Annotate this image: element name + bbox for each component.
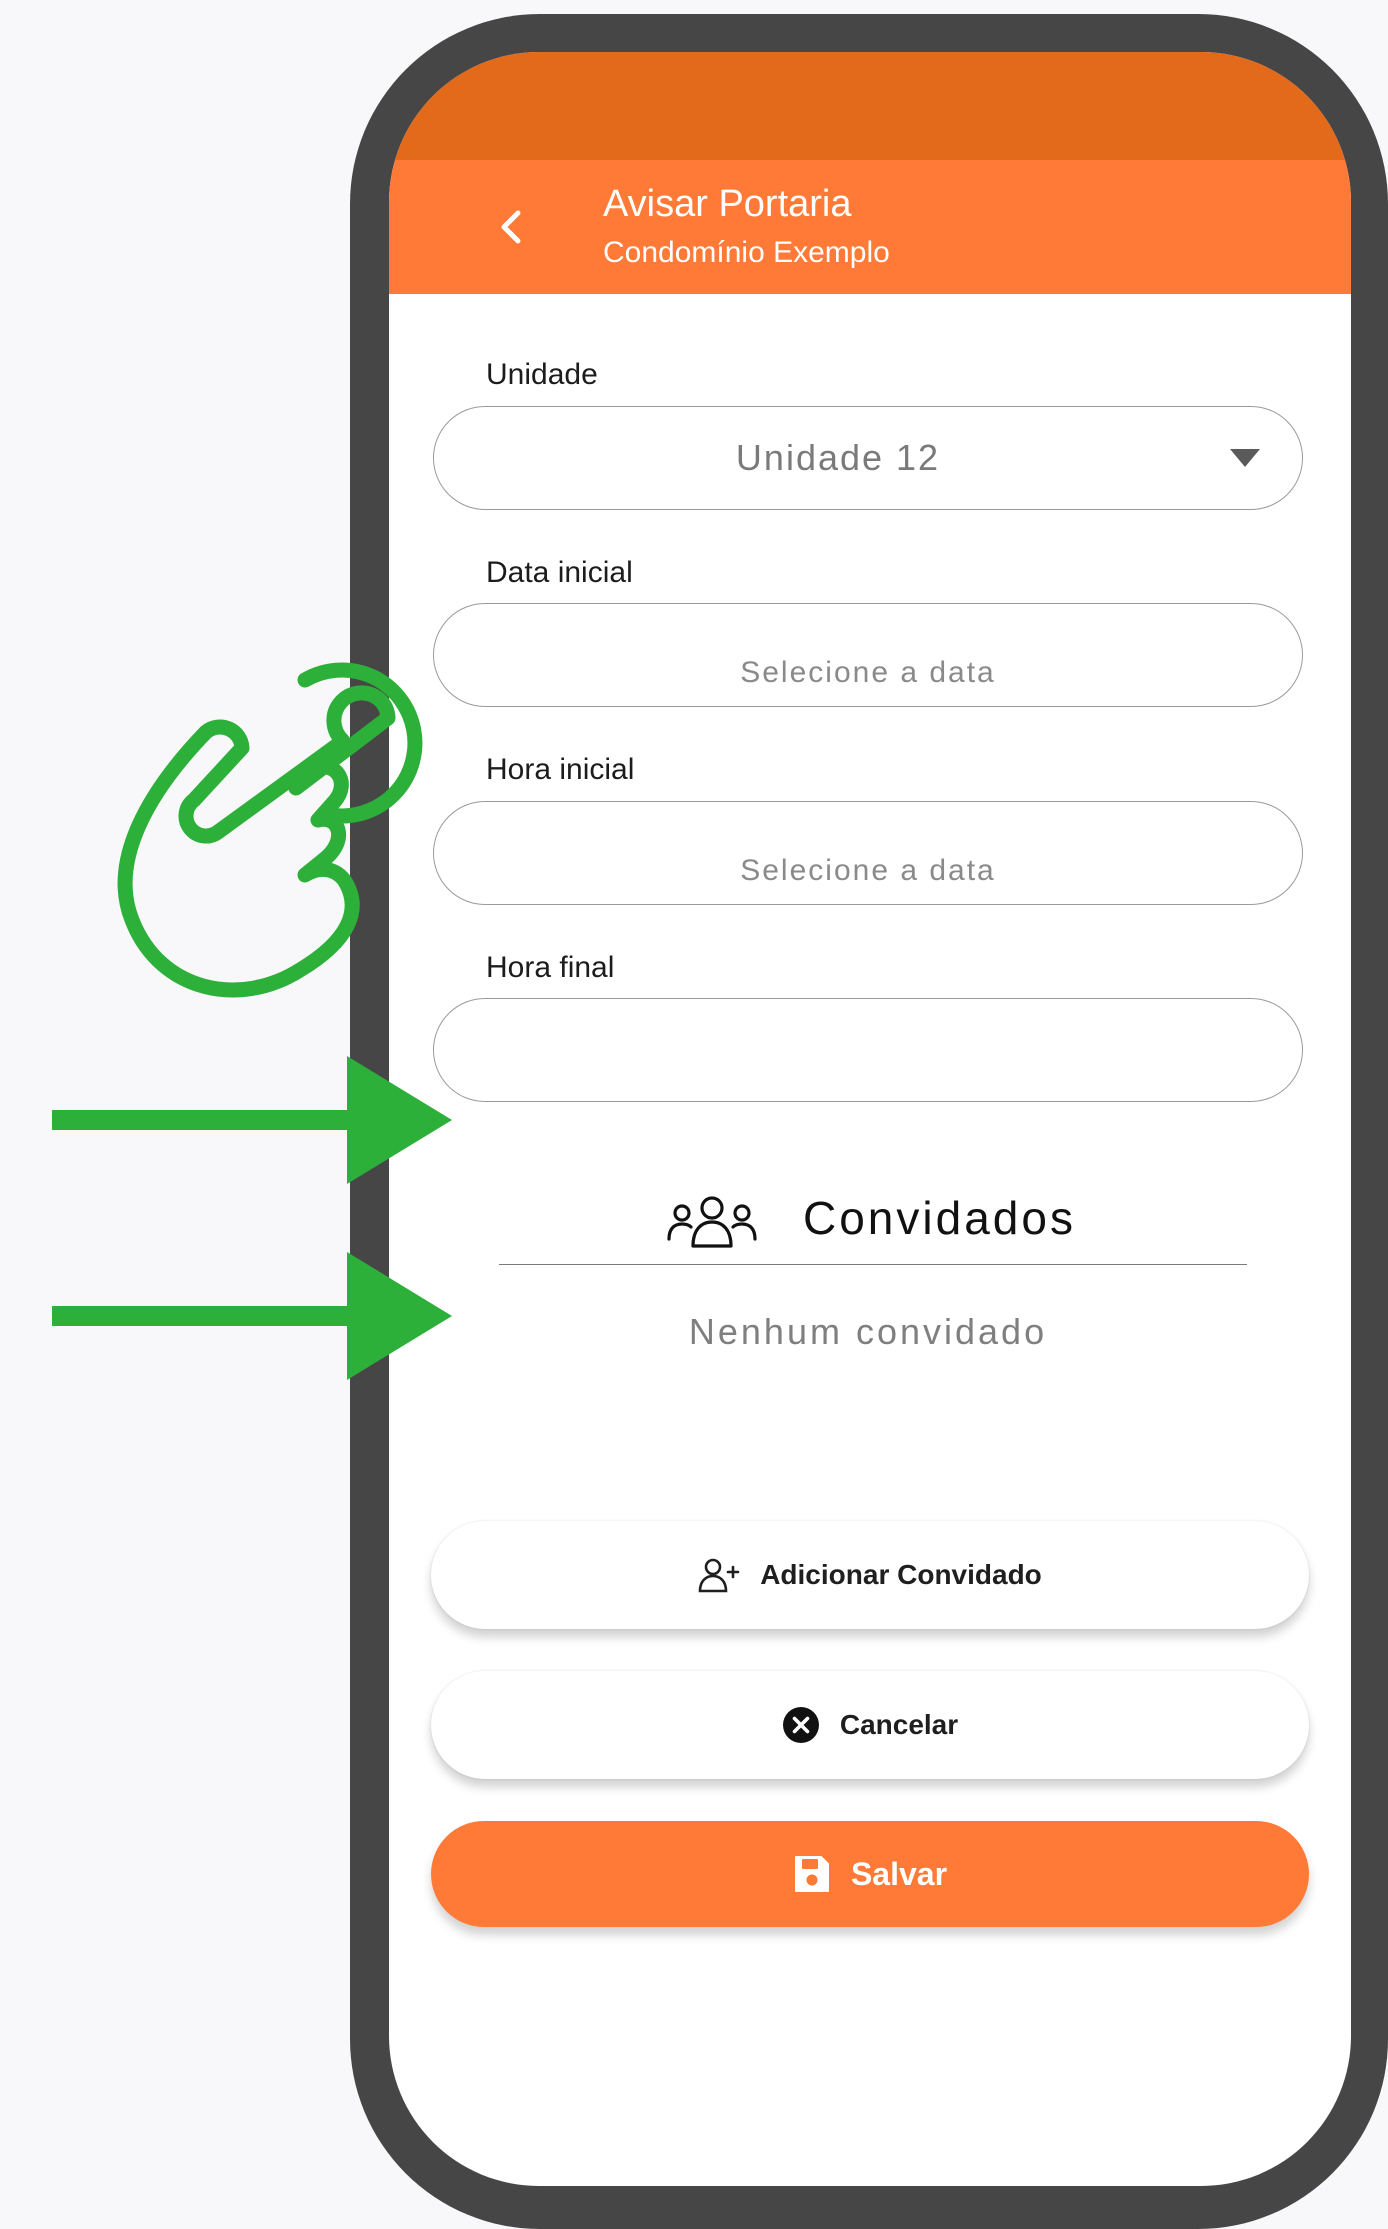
floppy-disk-icon bbox=[793, 1854, 831, 1894]
app-bar: Avisar Portaria Condomínio Exemplo bbox=[389, 160, 1351, 294]
start-time-field[interactable]: Selecione a data bbox=[433, 801, 1303, 905]
unit-select-value: Unidade 12 bbox=[735, 437, 941, 478]
add-guest-button[interactable]: Adicionar Convidado bbox=[431, 1521, 1309, 1629]
start-date-placeholder: Selecione a data bbox=[740, 656, 996, 689]
group-icon bbox=[667, 1196, 757, 1248]
page-subtitle: Condomínio Exemplo bbox=[603, 236, 890, 269]
start-date-label: Data inicial bbox=[486, 556, 633, 589]
chevron-left-icon bbox=[501, 210, 521, 244]
unit-label: Unidade bbox=[486, 358, 598, 391]
empty-guests-message: Nenhum convidado bbox=[688, 1311, 1048, 1352]
caret-down-icon bbox=[1230, 449, 1260, 467]
end-time-label: Hora final bbox=[486, 951, 615, 984]
start-date-field[interactable]: Selecione a data bbox=[433, 603, 1303, 707]
page-title: Avisar Portaria bbox=[603, 183, 852, 225]
phone-screen: Avisar Portaria Condomínio Exemplo Unida… bbox=[389, 52, 1351, 2186]
unit-select[interactable]: Unidade 12 bbox=[433, 406, 1303, 510]
guests-title: Convidados bbox=[803, 1192, 1076, 1244]
status-bar bbox=[389, 52, 1351, 160]
back-button[interactable] bbox=[475, 190, 549, 264]
save-button[interactable]: Salvar bbox=[431, 1821, 1309, 1927]
add-guest-label: Adicionar Convidado bbox=[760, 1559, 1042, 1590]
start-time-placeholder: Selecione a data bbox=[740, 854, 996, 887]
add-user-icon bbox=[698, 1557, 740, 1593]
close-circle-icon bbox=[782, 1706, 820, 1744]
start-time-label: Hora inicial bbox=[486, 753, 635, 786]
save-label: Salvar bbox=[850, 1855, 948, 1892]
cancel-label: Cancelar bbox=[839, 1709, 959, 1740]
guests-section-header: Convidados bbox=[499, 1176, 1247, 1265]
cancel-button[interactable]: Cancelar bbox=[431, 1671, 1309, 1779]
end-time-field[interactable] bbox=[433, 998, 1303, 1102]
